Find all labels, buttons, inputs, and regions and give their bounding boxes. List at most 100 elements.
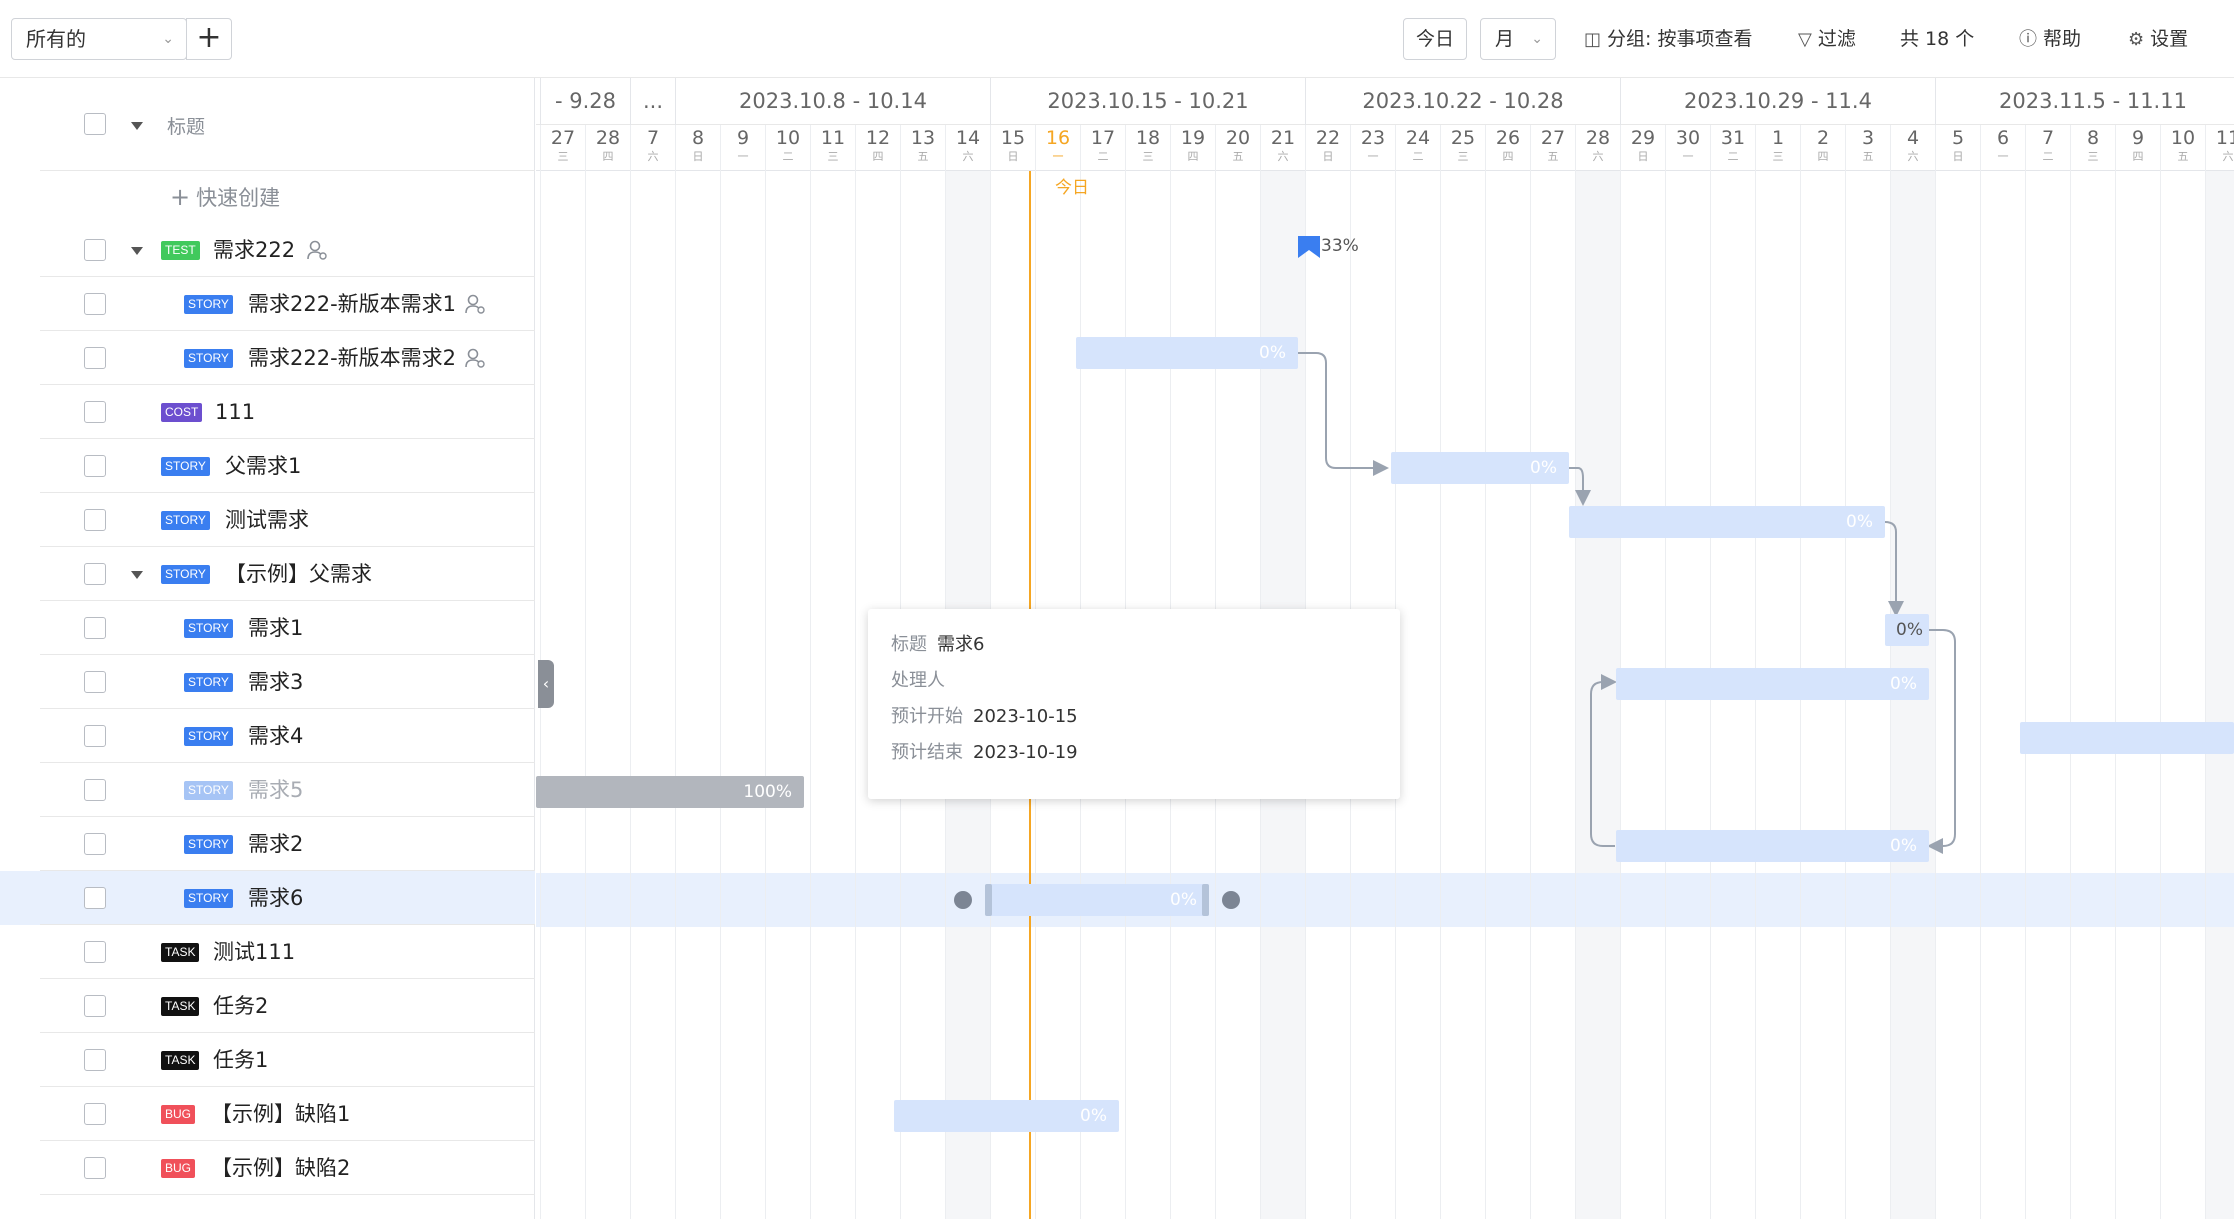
row-checkbox[interactable] <box>84 347 106 369</box>
gantt-bar[interactable]: 0% <box>1616 830 1929 862</box>
gantt-bar[interactable]: 0% <box>1569 506 1885 538</box>
row-checkbox[interactable] <box>84 833 106 855</box>
row-title[interactable]: 需求222-新版本需求1 <box>248 289 456 319</box>
header-divider <box>40 170 535 171</box>
row-checkbox[interactable] <box>84 509 106 531</box>
row-checkbox[interactable] <box>84 455 106 477</box>
drag-handle-left[interactable] <box>954 891 972 909</box>
row-checkbox[interactable] <box>84 887 106 909</box>
list-item[interactable]: STORY 需求6 <box>0 871 535 925</box>
list-item[interactable]: TASK 任务1 <box>0 1033 535 1087</box>
row-title[interactable]: 测试需求 <box>225 505 309 535</box>
list-item[interactable]: STORY 需求3 <box>0 655 535 709</box>
select-all-checkbox[interactable] <box>84 113 106 135</box>
row-title[interactable]: 【示例】父需求 <box>225 559 372 589</box>
bar-percent: 100% <box>743 782 792 802</box>
row-title[interactable]: 需求222-新版本需求2 <box>248 343 456 373</box>
list-item[interactable]: STORY 需求4 <box>0 709 535 763</box>
row-checkbox[interactable] <box>84 1049 106 1071</box>
add-button[interactable]: + <box>186 18 232 60</box>
drag-handle-right[interactable] <box>1222 891 1240 909</box>
collapse-panel-button[interactable]: ‹ <box>538 660 554 708</box>
row-title[interactable]: 需求5 <box>248 775 303 805</box>
list-item[interactable]: TASK 测试111 <box>0 925 535 979</box>
row-title[interactable]: 需求3 <box>248 667 303 697</box>
list-item[interactable]: STORY 测试需求 <box>0 493 535 547</box>
group-icon: ◫ <box>1584 29 1602 50</box>
count-label: 共 18 个 <box>1900 28 1975 50</box>
dependency-link[interactable] <box>1590 674 1617 847</box>
list-item[interactable]: TEST 需求222 <box>0 223 535 277</box>
list-item[interactable]: COST 111 <box>0 385 535 439</box>
gantt-bar[interactable]: 0% <box>1391 452 1569 484</box>
quick-create-button[interactable]: + 快速创建 <box>170 182 280 212</box>
help-label: 帮助 <box>2043 28 2082 50</box>
list-item[interactable]: BUG 【示例】缺陷1 <box>0 1087 535 1141</box>
row-title[interactable]: 任务1 <box>213 1045 268 1075</box>
row-checkbox[interactable] <box>84 725 106 747</box>
row-checkbox[interactable] <box>84 779 106 801</box>
row-title[interactable]: 父需求1 <box>225 451 301 481</box>
row-title[interactable]: 测试111 <box>213 937 295 967</box>
list-item[interactable]: TASK 任务2 <box>0 979 535 1033</box>
row-title[interactable]: 需求2 <box>248 829 303 859</box>
list-item[interactable]: STORY 需求222-新版本需求2 <box>0 331 535 385</box>
row-checkbox[interactable] <box>84 617 106 639</box>
row-checkbox[interactable] <box>84 239 106 261</box>
dependency-link[interactable] <box>1569 467 1591 506</box>
dependency-link[interactable] <box>1298 352 1389 476</box>
scale-select[interactable]: 月 ⌄ <box>1480 18 1556 60</box>
row-checkbox[interactable] <box>84 671 106 693</box>
group-button[interactable]: ◫ 分组: 按事项查看 <box>1584 18 1752 60</box>
gantt-bar[interactable]: 0% <box>894 1100 1119 1132</box>
row-title[interactable]: 111 <box>215 397 255 427</box>
tooltip-end-row: 预计结束 2023-10-19 <box>891 742 1078 763</box>
gantt-bar[interactable] <box>2020 722 2234 754</box>
milestone-flag-icon[interactable] <box>1298 236 1322 260</box>
settings-label: 设置 <box>2150 28 2189 50</box>
row-title[interactable]: 需求222 <box>213 235 295 265</box>
assign-user-icon[interactable] <box>306 239 328 261</box>
today-button[interactable]: 今日 <box>1403 18 1467 60</box>
list-item[interactable]: STORY 需求1 <box>0 601 535 655</box>
gantt-bar-selected[interactable]: 0% <box>985 884 1209 916</box>
resize-grip-left[interactable] <box>985 884 992 916</box>
row-title[interactable]: 【示例】缺陷2 <box>211 1153 350 1183</box>
row-title[interactable]: 需求4 <box>248 721 303 751</box>
settings-button[interactable]: ⚙ 设置 <box>2128 18 2188 60</box>
list-item[interactable]: STORY 父需求1 <box>0 439 535 493</box>
gantt-bar[interactable]: 0% <box>1076 337 1298 369</box>
help-button[interactable]: ⓘ 帮助 <box>2019 18 2081 60</box>
gantt-bar-done[interactable]: 100% <box>536 776 804 808</box>
assign-user-icon[interactable] <box>464 347 486 369</box>
dependency-link[interactable] <box>1927 629 1956 854</box>
type-badge: STORY <box>184 835 233 854</box>
expand-all-caret-icon[interactable] <box>131 122 143 130</box>
list-item[interactable]: STORY 需求2 <box>0 817 535 871</box>
row-title[interactable]: 任务2 <box>213 991 268 1021</box>
resize-grip-right[interactable] <box>1202 884 1209 916</box>
list-item[interactable]: STORY 需求222-新版本需求1 <box>0 277 535 331</box>
expand-caret-icon[interactable] <box>131 247 143 255</box>
dependency-link[interactable] <box>1884 521 1904 617</box>
assign-user-icon[interactable] <box>464 293 486 315</box>
row-title[interactable]: 需求6 <box>248 883 303 913</box>
row-checkbox[interactable] <box>84 1157 106 1179</box>
list-item[interactable]: STORY 【示例】父需求 <box>0 547 535 601</box>
view-select[interactable]: 所有的 ⌄ <box>11 18 187 60</box>
filter-button[interactable]: ▽ 过滤 <box>1798 18 1856 60</box>
list-item[interactable]: BUG 【示例】缺陷2 <box>0 1141 535 1195</box>
row-checkbox[interactable] <box>84 1103 106 1125</box>
bar-percent: 0% <box>1080 1106 1107 1126</box>
list-item[interactable]: STORY 需求5 <box>0 763 535 817</box>
row-checkbox[interactable] <box>84 995 106 1017</box>
row-title[interactable]: 需求1 <box>248 613 303 643</box>
gantt-bar[interactable]: 0% <box>1885 614 1929 646</box>
gantt-bar[interactable]: 0% <box>1616 668 1929 700</box>
row-checkbox[interactable] <box>84 401 106 423</box>
row-checkbox[interactable] <box>84 563 106 585</box>
row-checkbox[interactable] <box>84 941 106 963</box>
expand-caret-icon[interactable] <box>131 571 143 579</box>
row-title[interactable]: 【示例】缺陷1 <box>211 1099 350 1129</box>
row-checkbox[interactable] <box>84 293 106 315</box>
